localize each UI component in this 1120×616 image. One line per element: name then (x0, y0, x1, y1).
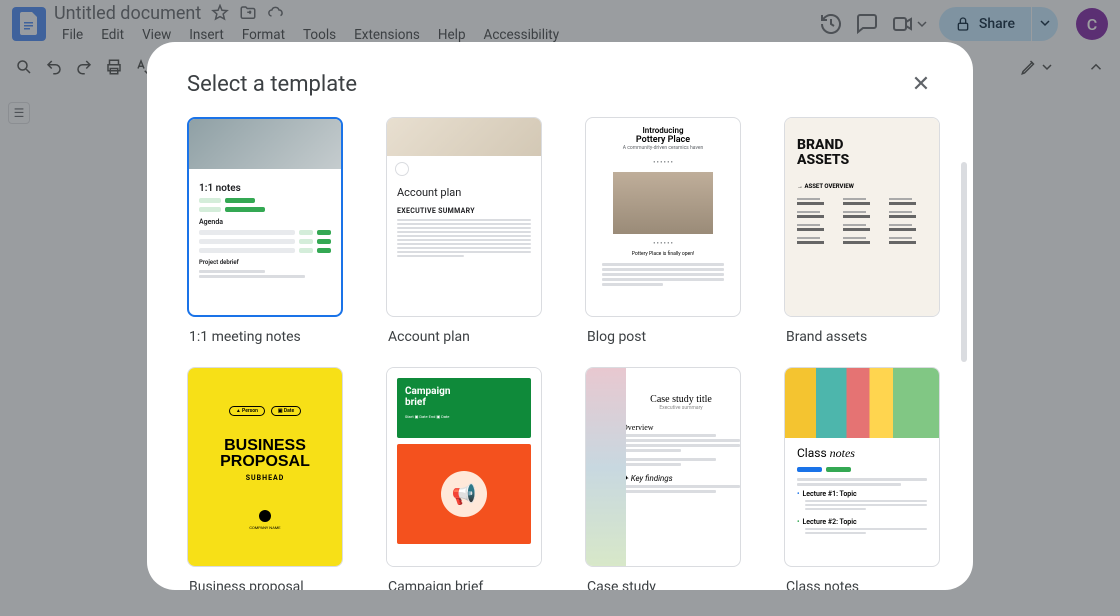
template-thumb: ▲ Person▣ Date BUSINESS PROPOSAL SUBHEAD… (187, 367, 343, 567)
modal-scrollbar[interactable] (961, 162, 967, 362)
template-thumb: Case study title Executive summary Overv… (585, 367, 741, 567)
template-label: Business proposal (187, 579, 343, 590)
modal-title: Select a template (187, 72, 357, 97)
template-label: Account plan (386, 329, 542, 345)
template-thumb: Account plan EXECUTIVE SUMMARY (386, 117, 542, 317)
template-card-account-plan[interactable]: Account plan EXECUTIVE SUMMARY Account p… (386, 117, 542, 345)
template-card-campaign-brief[interactable]: Campaign brief Start ▣ Date End ▣ Date 📢… (386, 367, 542, 590)
template-label: 1:1 meeting notes (187, 329, 343, 345)
template-card-case-study[interactable]: Case study title Executive summary Overv… (585, 367, 741, 590)
template-label: Brand assets (784, 329, 940, 345)
template-label: Campaign brief (386, 579, 542, 590)
template-card-brand-assets[interactable]: BRAND ASSETS → ASSET OVERVIEW Brand asse… (784, 117, 940, 345)
template-label: Case study (585, 579, 741, 590)
template-thumb: BRAND ASSETS → ASSET OVERVIEW (784, 117, 940, 317)
template-thumb: Introducing Pottery Place A community-dr… (585, 117, 741, 317)
template-card-meeting-notes[interactable]: 1:1 notes Agenda Project debrief 1:1 mee… (187, 117, 343, 345)
template-thumb: Campaign brief Start ▣ Date End ▣ Date 📢 (386, 367, 542, 567)
template-label: Class notes (784, 579, 940, 590)
template-modal: Select a template ✕ 1:1 notes Agenda Pro… (147, 42, 973, 590)
template-thumb: 1:1 notes Agenda Project debrief (187, 117, 343, 317)
template-thumb: Class notes Lecture #1: Topic Lecture #2… (784, 367, 940, 567)
template-card-blog-post[interactable]: Introducing Pottery Place A community-dr… (585, 117, 741, 345)
template-card-class-notes[interactable]: Class notes Lecture #1: Topic Lecture #2… (784, 367, 940, 590)
template-grid-container[interactable]: 1:1 notes Agenda Project debrief 1:1 mee… (147, 117, 973, 590)
template-label: Blog post (585, 329, 741, 345)
template-card-business-proposal[interactable]: ▲ Person▣ Date BUSINESS PROPOSAL SUBHEAD… (187, 367, 343, 590)
close-icon[interactable]: ✕ (909, 73, 933, 97)
